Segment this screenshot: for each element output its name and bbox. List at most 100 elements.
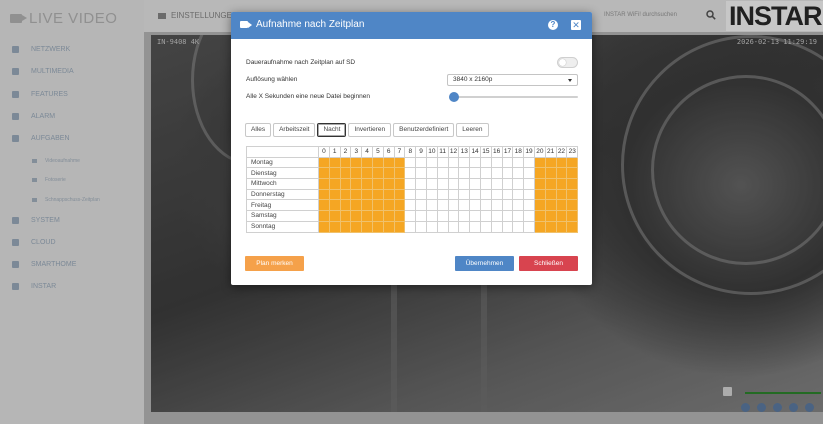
schedule-slot[interactable] [328, 210, 341, 222]
schedule-slot[interactable] [523, 156, 535, 169]
apply-button[interactable]: Übernehmen [455, 256, 514, 271]
schedule-slot[interactable] [458, 167, 471, 180]
schedule-slot[interactable] [350, 178, 363, 190]
schedule-slot[interactable] [501, 199, 514, 212]
schedule-slot[interactable] [555, 156, 568, 169]
day-label[interactable]: Sonntag [246, 220, 319, 233]
schedule-slot[interactable] [479, 199, 492, 212]
slider-track[interactable] [449, 96, 578, 98]
hour-header[interactable]: 23 [566, 146, 579, 158]
schedule-slot[interactable] [447, 167, 460, 180]
schedule-slot[interactable] [566, 210, 579, 222]
schedule-slot[interactable] [350, 199, 363, 212]
schedule-slot[interactable] [479, 156, 492, 169]
schedule-slot[interactable] [566, 199, 579, 212]
schedule-slot[interactable] [404, 188, 417, 201]
hour-header[interactable]: 20 [533, 146, 546, 158]
schedule-slot[interactable] [566, 167, 579, 180]
schedule-slot[interactable] [533, 210, 546, 222]
schedule-slot[interactable] [339, 220, 352, 233]
schedule-slot[interactable] [404, 220, 417, 233]
schedule-slot[interactable] [339, 199, 352, 212]
schedule-slot[interactable] [490, 220, 503, 233]
schedule-slot[interactable] [490, 156, 503, 169]
schedule-slot[interactable] [555, 178, 568, 190]
schedule-slot[interactable] [415, 199, 427, 212]
schedule-slot[interactable] [512, 199, 525, 212]
remember-plan-button[interactable]: Plan merken [245, 256, 304, 271]
schedule-slot[interactable] [415, 156, 427, 169]
schedule-slot[interactable] [382, 178, 395, 190]
schedule-slot[interactable] [415, 167, 427, 180]
schedule-slot[interactable] [361, 210, 373, 222]
schedule-slot[interactable] [533, 220, 546, 233]
schedule-slot[interactable] [533, 156, 546, 169]
schedule-slot[interactable] [382, 188, 395, 201]
schedule-slot[interactable] [350, 210, 363, 222]
schedule-slot[interactable] [404, 156, 417, 169]
schedule-slot[interactable] [555, 167, 568, 180]
schedule-slot[interactable] [339, 188, 352, 201]
schedule-slot[interactable] [371, 210, 384, 222]
schedule-slot[interactable] [523, 210, 535, 222]
schedule-slot[interactable] [501, 220, 514, 233]
schedule-slot[interactable] [328, 178, 341, 190]
schedule-slot[interactable] [318, 156, 330, 169]
schedule-slot[interactable] [425, 188, 438, 201]
schedule-slot[interactable] [393, 156, 406, 169]
schedule-slot[interactable] [566, 188, 579, 201]
schedule-slot[interactable] [458, 210, 471, 222]
schedule-slot[interactable] [361, 220, 373, 233]
schedule-slot[interactable] [393, 220, 406, 233]
schedule-slot[interactable] [328, 167, 341, 180]
schedule-slot[interactable] [436, 167, 449, 180]
schedule-slot[interactable] [328, 220, 341, 233]
schedule-slot[interactable] [350, 167, 363, 180]
schedule-slot[interactable] [436, 156, 449, 169]
schedule-slot[interactable] [501, 156, 514, 169]
schedule-slot[interactable] [425, 199, 438, 212]
schedule-slot[interactable] [490, 188, 503, 201]
schedule-slot[interactable] [393, 167, 406, 180]
hour-header[interactable]: 15 [479, 146, 492, 158]
schedule-slot[interactable] [350, 156, 363, 169]
schedule-slot[interactable] [512, 156, 525, 169]
schedule-slot[interactable] [523, 220, 535, 233]
schedule-slot[interactable] [404, 210, 417, 222]
preset-custom-button[interactable]: Benutzerdefiniert [393, 123, 455, 137]
day-label[interactable]: Dienstag [246, 167, 319, 180]
schedule-slot[interactable] [382, 156, 395, 169]
schedule-slot[interactable] [436, 188, 449, 201]
schedule-slot[interactable] [339, 178, 352, 190]
schedule-slot[interactable] [533, 167, 546, 180]
hour-header[interactable]: 13 [458, 146, 471, 158]
schedule-slot[interactable] [501, 210, 514, 222]
schedule-slot[interactable] [425, 220, 438, 233]
schedule-slot[interactable] [501, 167, 514, 180]
schedule-slot[interactable] [447, 210, 460, 222]
hour-header[interactable]: 7 [393, 146, 406, 158]
schedule-slot[interactable] [512, 188, 525, 201]
schedule-slot[interactable] [490, 178, 503, 190]
schedule-slot[interactable] [371, 178, 384, 190]
schedule-slot[interactable] [544, 220, 557, 233]
schedule-slot[interactable] [447, 220, 460, 233]
schedule-slot[interactable] [382, 220, 395, 233]
schedule-slot[interactable] [425, 167, 438, 180]
schedule-slot[interactable] [382, 210, 395, 222]
schedule-slot[interactable] [393, 178, 406, 190]
schedule-slot[interactable] [479, 178, 492, 190]
day-label[interactable]: Mittwoch [246, 178, 319, 190]
schedule-slot[interactable] [458, 220, 471, 233]
schedule-slot[interactable] [425, 210, 438, 222]
schedule-slot[interactable] [382, 199, 395, 212]
schedule-slot[interactable] [361, 156, 373, 169]
schedule-slot[interactable] [490, 210, 503, 222]
slider-thumb[interactable] [449, 92, 459, 102]
schedule-slot[interactable] [425, 178, 438, 190]
schedule-slot[interactable] [371, 156, 384, 169]
hour-header[interactable]: 16 [490, 146, 503, 158]
schedule-slot[interactable] [469, 178, 481, 190]
schedule-slot[interactable] [544, 167, 557, 180]
hour-header[interactable]: 22 [555, 146, 568, 158]
